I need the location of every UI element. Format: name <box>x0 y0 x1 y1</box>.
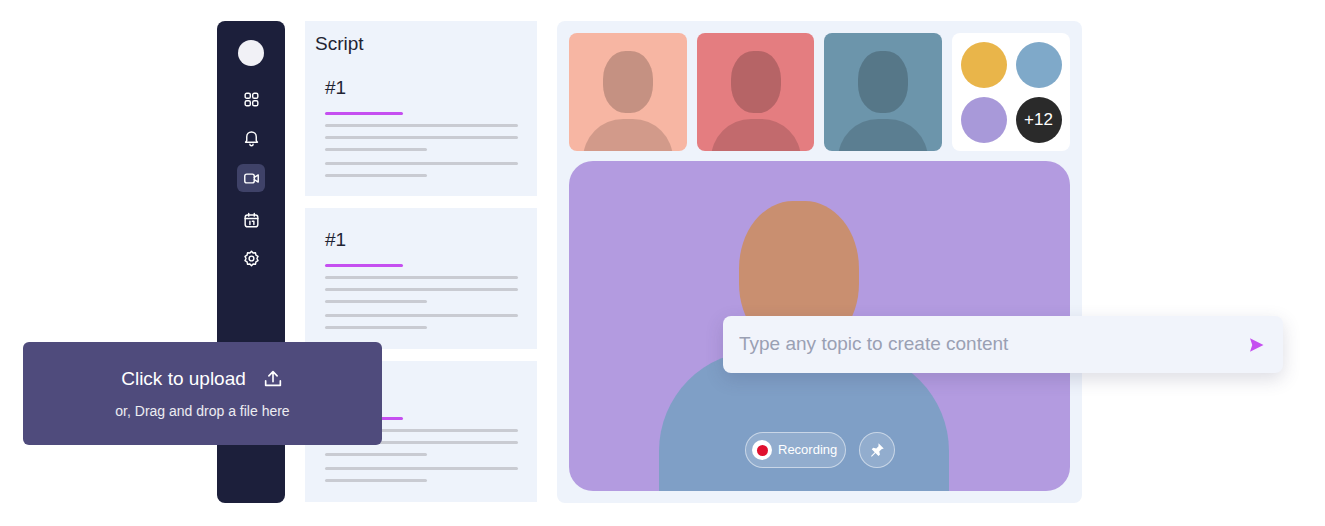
send-icon[interactable] <box>1247 336 1265 354</box>
head-shape <box>603 51 653 113</box>
record-icon <box>752 440 772 460</box>
text-line <box>325 162 518 165</box>
recording-button[interactable]: Recording <box>745 432 846 468</box>
text-line <box>325 288 518 291</box>
video-icon <box>242 169 261 188</box>
avatar-photo[interactable] <box>697 33 815 151</box>
recording-label: Recording <box>778 440 837 460</box>
head-shape <box>731 51 781 113</box>
pin-icon <box>868 441 886 459</box>
calendar-icon <box>242 211 261 230</box>
profile-avatar[interactable] <box>238 40 264 66</box>
bell-icon <box>242 128 261 147</box>
topic-prompt <box>723 316 1283 373</box>
text-lines <box>325 276 517 329</box>
text-line <box>325 326 427 329</box>
text-line <box>325 314 518 317</box>
text-line <box>325 479 427 482</box>
sidebar-item[interactable] <box>237 123 265 151</box>
avatar-photo[interactable] <box>569 33 687 151</box>
avatar-thumb[interactable] <box>961 42 1007 88</box>
topic-input[interactable] <box>739 330 1239 359</box>
text-line <box>325 136 518 139</box>
head-shape <box>858 51 908 113</box>
text-lines <box>325 124 517 177</box>
text-line <box>325 467 518 470</box>
record-dot <box>757 445 768 456</box>
upload-title-row: Click to upload <box>121 365 284 394</box>
body-shape <box>583 119 673 151</box>
sidebar-item[interactable] <box>237 206 265 234</box>
text-line <box>325 174 427 177</box>
upload-subtitle: or, Drag and drop a file here <box>115 401 289 422</box>
script-card[interactable]: #1 <box>305 208 537 349</box>
overflow-count[interactable]: +12 <box>1016 97 1062 143</box>
avatar-row: +12 <box>569 33 1070 151</box>
gear-icon <box>242 249 261 268</box>
upload-title: Click to upload <box>121 365 246 394</box>
more-avatars[interactable]: +12 <box>952 33 1070 151</box>
avatar-thumb[interactable] <box>1016 42 1062 88</box>
sidebar-item[interactable] <box>237 244 265 272</box>
upload-dropzone[interactable]: Click to upload or, Drag and drop a file … <box>23 342 382 445</box>
body-shape <box>711 119 801 151</box>
script-title: Script <box>315 32 517 56</box>
accent-bar <box>325 112 403 115</box>
text-line <box>325 453 427 456</box>
pin-button[interactable] <box>859 432 895 468</box>
grid-icon <box>242 90 261 109</box>
sidebar-item[interactable] <box>237 164 265 192</box>
card-number: #1 <box>325 228 517 252</box>
avatar-photo[interactable] <box>824 33 942 151</box>
sidebar-item[interactable] <box>237 85 265 113</box>
studio-panel: +12 Recording <box>557 21 1082 503</box>
card-number: #1 <box>325 76 517 100</box>
body-shape <box>838 119 928 151</box>
avatar-thumb[interactable] <box>961 97 1007 143</box>
text-line <box>325 148 427 151</box>
accent-bar <box>325 264 403 267</box>
text-line <box>325 124 518 127</box>
upload-icon <box>262 368 284 390</box>
text-line <box>325 276 518 279</box>
text-line <box>325 300 427 303</box>
script-card[interactable]: Script #1 <box>305 21 537 196</box>
